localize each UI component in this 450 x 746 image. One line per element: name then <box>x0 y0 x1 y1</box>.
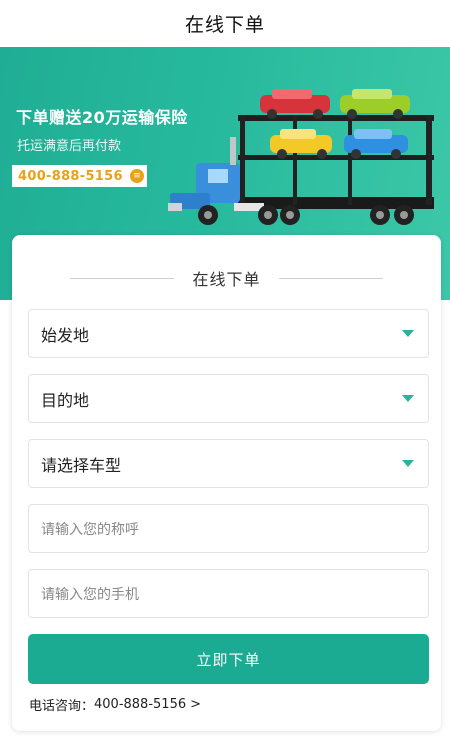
car-type-label: 请选择车型 <box>41 455 122 475</box>
car-type-select[interactable]: 请选择车型 <box>28 439 429 488</box>
phone-input[interactable]: 请输入您的手机 <box>28 569 429 618</box>
red-car-icon <box>260 89 330 119</box>
order-form-card: 在线下单 始发地 目的地 请选择车型 请输入您的称呼 请输入您的手机 立即下单 … <box>12 235 441 731</box>
divider-right <box>278 277 383 279</box>
name-input[interactable]: 请输入您的称呼 <box>28 504 429 553</box>
divider-left <box>70 277 175 279</box>
hotline-label: 电话咨询： <box>29 699 95 714</box>
page-title: 在线下单 <box>184 14 265 36</box>
chevron-down-icon <box>402 395 414 402</box>
form-section-title: 在线下单 <box>192 270 261 289</box>
hotline-number: 400-888-5156 <box>94 697 187 712</box>
banner-phone-number: 400-888-5156 <box>18 168 123 184</box>
phone-badge-icon: ≡ <box>129 169 144 183</box>
destination-select[interactable]: 目的地 <box>28 374 429 423</box>
banner-headline: 下单赠送20万运输保险 <box>16 108 188 127</box>
destination-label: 目的地 <box>41 390 90 410</box>
yellow-car-icon <box>270 129 332 159</box>
name-placeholder: 请输入您的称呼 <box>41 521 139 538</box>
submit-order-button[interactable]: 立即下单 <box>28 634 429 684</box>
chevron-right-icon: > <box>190 697 202 712</box>
phone-placeholder: 请输入您的手机 <box>41 586 139 603</box>
car-carrier-truck-icon <box>168 89 434 225</box>
chevron-down-icon <box>402 330 414 337</box>
origin-select[interactable]: 始发地 <box>28 309 429 358</box>
banner-phone-pill[interactable]: 400-888-5156 ≡ <box>12 165 147 187</box>
chevron-down-icon <box>402 460 414 467</box>
blue-car-icon <box>344 129 408 159</box>
form-section-header: 在线下单 <box>12 267 441 289</box>
green-car-icon <box>340 89 410 119</box>
origin-label: 始发地 <box>41 325 90 345</box>
hotline-link[interactable]: 电话咨询： 400-888-5156 > <box>29 695 201 714</box>
top-bar: 在线下单 <box>0 0 450 47</box>
banner-subline: 托运满意后再付款 <box>17 139 122 154</box>
